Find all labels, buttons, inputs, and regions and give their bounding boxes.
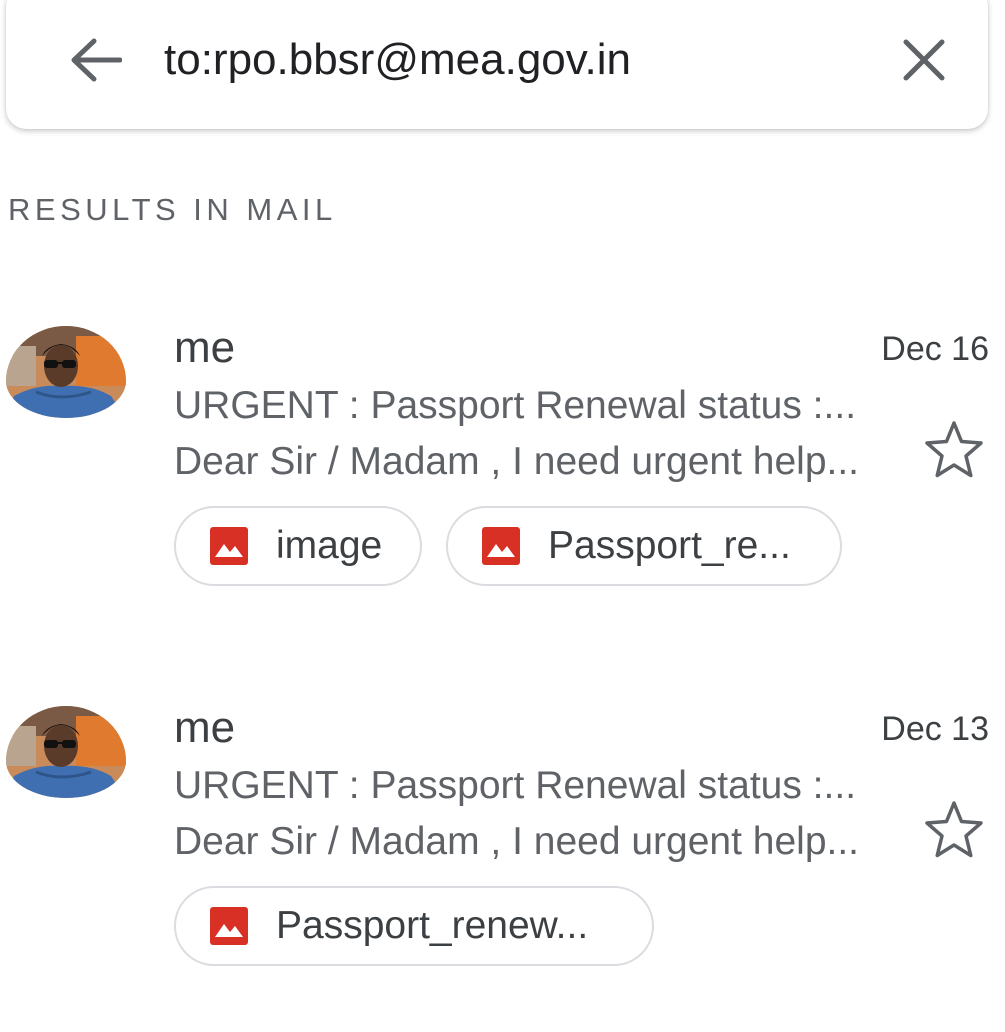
star-icon[interactable] bbox=[922, 418, 986, 482]
avatar bbox=[6, 706, 126, 798]
attachment-chip[interactable]: Passport_renew... bbox=[174, 886, 654, 966]
attachment-label: Passport_re... bbox=[548, 524, 791, 567]
clear-search-button[interactable] bbox=[892, 30, 956, 90]
attachment-chip[interactable]: Passport_re... bbox=[446, 506, 842, 586]
attachment-label: image bbox=[276, 524, 383, 567]
results-section-header: RESULTS IN MAIL bbox=[8, 192, 337, 227]
search-bar: to:rpo.bbsr@mea.gov.in bbox=[6, 0, 988, 129]
email-date: Dec 13 bbox=[881, 710, 989, 748]
email-subject: URGENT : Passport Renewal status :... bbox=[174, 384, 857, 427]
email-subject: URGENT : Passport Renewal status :... bbox=[174, 764, 857, 807]
close-icon bbox=[903, 39, 945, 81]
avatar bbox=[6, 326, 126, 418]
image-icon bbox=[210, 907, 248, 945]
email-sender: me bbox=[174, 323, 236, 372]
email-list-item[interactable]: me Dec 16 URGENT : Passport Renewal stat… bbox=[0, 322, 1005, 652]
email-sender: me bbox=[174, 703, 236, 752]
search-input[interactable]: to:rpo.bbsr@mea.gov.in bbox=[164, 32, 631, 88]
email-list-item[interactable]: me Dec 13 URGENT : Passport Renewal stat… bbox=[0, 702, 1005, 1032]
email-snippet: Dear Sir / Madam , I need urgent help... bbox=[174, 440, 860, 483]
email-snippet: Dear Sir / Madam , I need urgent help... bbox=[174, 820, 860, 863]
image-icon bbox=[482, 527, 520, 565]
star-icon[interactable] bbox=[922, 798, 986, 862]
attachment-label: Passport_renew... bbox=[276, 904, 589, 947]
image-icon bbox=[210, 527, 248, 565]
arrow-back-icon bbox=[71, 38, 122, 82]
back-button[interactable] bbox=[66, 30, 126, 90]
email-date: Dec 16 bbox=[881, 330, 989, 368]
attachment-chip[interactable]: image bbox=[174, 506, 422, 586]
